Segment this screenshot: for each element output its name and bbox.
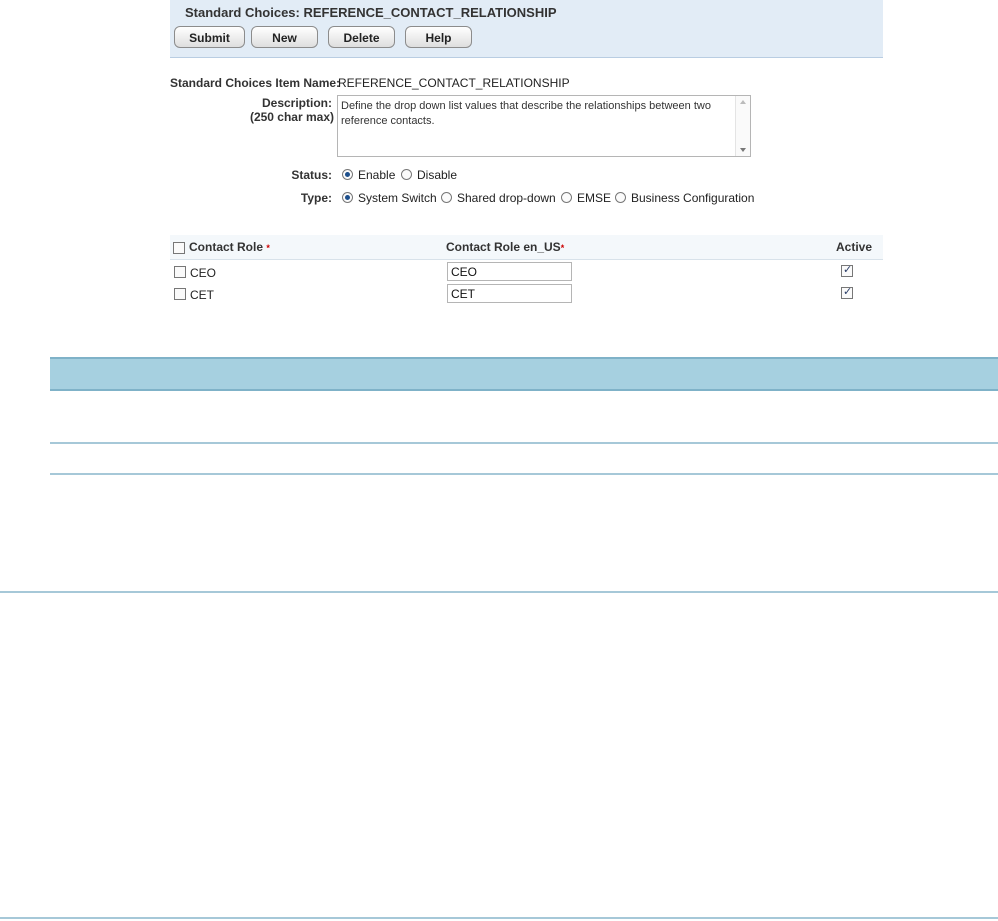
delete-button[interactable]: Delete (328, 26, 395, 48)
status-enable-radio[interactable] (342, 169, 353, 180)
description-text: Define the drop down list values that de… (341, 100, 711, 127)
type-label: Type: (300, 191, 332, 205)
submit-button[interactable]: Submit (174, 26, 245, 48)
status-disable-radio[interactable] (401, 169, 412, 180)
row-role: CET (190, 288, 214, 302)
required-marker: * (560, 243, 565, 253)
divider-line (50, 442, 998, 444)
divider-line (0, 591, 998, 593)
status-label: Status: (291, 168, 332, 182)
status-enable-label: Enable (358, 168, 396, 182)
column-active: Active (836, 240, 873, 254)
header-panel: Standard Choices: REFERENCE_CONTACT_RELA… (170, 0, 883, 58)
type-business-configuration-radio[interactable] (615, 192, 626, 203)
column-contact-role: Contact Role * (189, 240, 270, 254)
column-contact-role-locale: Contact Role en_US* (446, 240, 564, 254)
type-emse-label: EMSE (577, 191, 612, 205)
item-name-value: REFERENCE_CONTACT_RELATIONSHIP (338, 76, 570, 90)
row-active-checkbox[interactable] (841, 285, 853, 299)
column-contact-role-locale-label: Contact Role en_US (446, 240, 561, 254)
description-scrollbar[interactable] (735, 96, 750, 156)
description-textarea[interactable]: Define the drop down list values that de… (337, 95, 751, 157)
page-title-label: Standard Choices: (185, 5, 300, 20)
required-marker: * (266, 243, 270, 253)
description-label: Description: (261, 96, 332, 110)
new-button[interactable]: New (251, 26, 318, 48)
status-disable-label: Disable (417, 168, 458, 182)
type-system-switch-radio[interactable] (342, 192, 353, 203)
column-contact-role-label: Contact Role (189, 240, 264, 254)
type-shared-dropdown-radio[interactable] (441, 192, 452, 203)
row-active-checkbox[interactable] (841, 263, 853, 277)
type-shared-dropdown-label: Shared drop-down (457, 191, 556, 205)
select-all-checkbox[interactable] (173, 242, 185, 254)
row-role: CEO (190, 266, 217, 280)
description-sublabel: (250 char max) (249, 110, 334, 124)
scroll-down-icon[interactable] (740, 148, 746, 152)
footer-band (50, 357, 998, 391)
type-emse-radio[interactable] (561, 192, 572, 203)
help-button[interactable]: Help (405, 26, 472, 48)
type-system-switch-label: System Switch (358, 191, 437, 205)
item-name-label: Standard Choices Item Name: (170, 76, 341, 90)
page-title: Standard Choices: REFERENCE_CONTACT_RELA… (185, 5, 557, 20)
divider-line (0, 917, 998, 919)
divider-line (50, 473, 998, 475)
row-role-en-us-input[interactable] (447, 284, 572, 303)
row-select-checkbox[interactable] (174, 266, 186, 278)
scroll-up-icon[interactable] (740, 100, 746, 104)
page-title-value: REFERENCE_CONTACT_RELATIONSHIP (303, 5, 557, 20)
row-select-checkbox[interactable] (174, 288, 186, 300)
type-business-configuration-label: Business Configuration (631, 191, 755, 205)
row-role-en-us-input[interactable] (447, 262, 572, 281)
